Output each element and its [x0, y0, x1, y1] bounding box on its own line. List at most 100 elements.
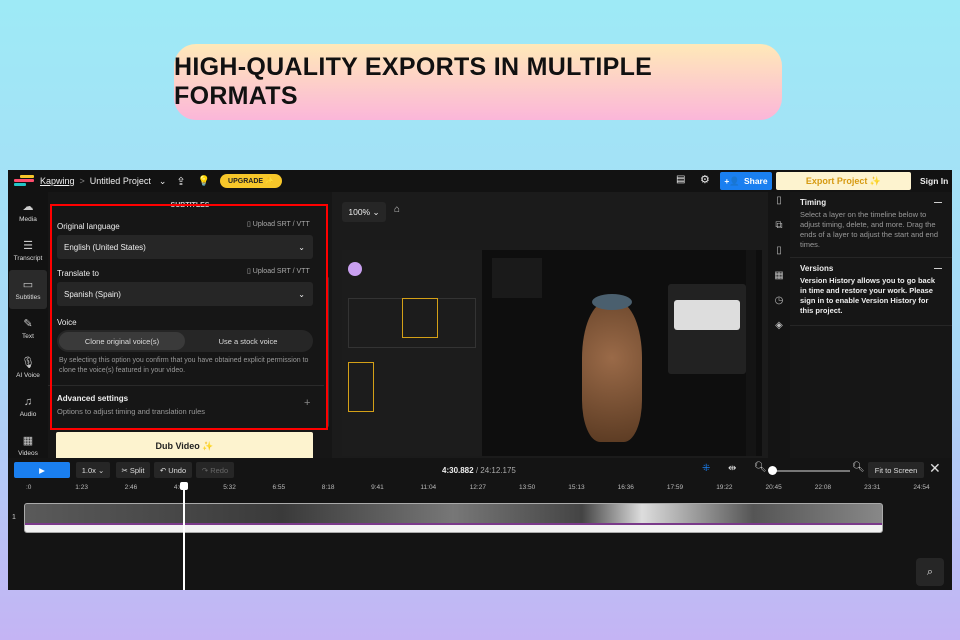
- highlight-box: [50, 204, 328, 430]
- brand-link[interactable]: Kapwing: [40, 176, 75, 186]
- speed-select[interactable]: 1.0x ⌄: [76, 462, 110, 478]
- timeline: ▶ 1.0x ⌄ ✂ Split ↶ Undo ↷ Redo 4:30.882 …: [8, 458, 952, 590]
- music-icon: ♫: [23, 395, 33, 408]
- fit-width-icon[interactable]: ⇹: [728, 463, 736, 474]
- zoom-slider-handle[interactable]: [768, 466, 777, 475]
- squirrel-model: [582, 302, 642, 442]
- dub-video-button[interactable]: Dub Video ✨: [56, 432, 313, 460]
- rail-label: Transcript: [13, 255, 43, 262]
- text-icon: ✎: [23, 318, 33, 330]
- preview-thumb: [348, 362, 374, 412]
- collapse-icon[interactable]: —: [934, 198, 942, 207]
- playhead-handle[interactable]: [180, 482, 188, 490]
- playhead[interactable]: [180, 482, 188, 590]
- timing-title: Timing: [800, 198, 827, 207]
- layers-icon[interactable]: ◈: [768, 320, 790, 342]
- ruler-tick: 2:46: [124, 484, 138, 491]
- zoom-select[interactable]: 100% ⌄: [342, 202, 386, 222]
- zoom-out-icon[interactable]: 🔍︎: [754, 462, 767, 473]
- ruler-tick: 6:55: [272, 484, 286, 491]
- versions-title: Versions: [800, 264, 834, 273]
- environment-settings-panel: [668, 284, 746, 374]
- undo-button[interactable]: ↶ Undo: [154, 462, 192, 478]
- preview-avatar: [348, 262, 362, 276]
- lock-ratio-icon[interactable]: ⌂: [394, 204, 400, 215]
- rail-item-ai-voice[interactable]: 🎙 AI Voice: [8, 348, 48, 387]
- collapse-icon[interactable]: —: [934, 264, 942, 273]
- video-preview[interactable]: [342, 250, 762, 456]
- ruler-tick: 5:32: [223, 484, 236, 491]
- zoom-value: 100%: [348, 207, 371, 217]
- fit-to-screen-button[interactable]: Fit to Screen: [868, 462, 924, 478]
- ruler-tick: 20:45: [765, 484, 782, 491]
- upload-icon[interactable]: ⇪: [176, 175, 185, 188]
- rail-item-transcript[interactable]: ☰ Transcript: [8, 231, 48, 270]
- rail-label: Videos: [18, 450, 38, 457]
- speed-value: 1.0x: [81, 465, 96, 475]
- sign-in-link[interactable]: Sign In: [920, 176, 948, 186]
- ruler-tick: 19:22: [716, 484, 733, 491]
- hdri-preview: [674, 300, 740, 330]
- rail-item-text[interactable]: ✎ Text: [8, 309, 48, 348]
- redo-button[interactable]: ↷ Redo: [196, 462, 234, 478]
- play-button[interactable]: ▶: [14, 462, 70, 478]
- layers-copy-icon[interactable]: ⧉: [768, 220, 790, 242]
- ruler-tick: 1:23: [75, 484, 88, 491]
- share-label: Share: [743, 176, 768, 186]
- preview-left-pane: [342, 250, 482, 456]
- kapwing-editor: Kapwing > Untitled Project ⌄ ⇪ 💡 UPGRADE…: [8, 170, 952, 590]
- current-time: 4:30.882: [442, 466, 474, 475]
- ruler-tick: 12:27: [469, 484, 486, 491]
- document-icon[interactable]: ▯: [768, 195, 790, 217]
- rail-item-media[interactable]: ☁ Media: [8, 192, 48, 231]
- left-rail: ☁ Media ☰ Transcript ▭ Subtitles ✎ Text 🎙 AI …: [8, 192, 48, 460]
- ruler-tick: 11:04: [420, 484, 437, 491]
- timer-icon[interactable]: ◷: [768, 295, 790, 317]
- ruler-tick: 23:31: [864, 484, 881, 491]
- film-icon: ▦: [22, 435, 34, 447]
- search-icon[interactable]: ⌕: [916, 558, 944, 586]
- rail-item-subtitles[interactable]: ▭ Subtitles: [9, 270, 47, 309]
- track-number: 1: [12, 514, 16, 521]
- banner-title: HIGH-QUALITY EXPORTS IN MULTIPLE FORMATS: [174, 44, 782, 120]
- phone-icon[interactable]: ▯: [768, 245, 790, 267]
- share-button[interactable]: +👤 Share: [720, 172, 772, 190]
- ruler-tick: 16:36: [617, 484, 634, 491]
- timeline-ruler[interactable]: :01:232:464:095:326:558:189:4111:0412:27…: [24, 482, 952, 494]
- preview-selected-thumb: [402, 298, 438, 338]
- chevron-down-icon[interactable]: ⌄: [159, 176, 167, 187]
- right-icon-rail: ▯ ⧉ ▯ ▦ ◷ ◈: [768, 192, 790, 460]
- comment-icon[interactable]: ▤: [676, 174, 685, 185]
- subtitles-icon: ▭: [22, 279, 34, 291]
- gear-icon[interactable]: ⚙: [700, 173, 710, 186]
- media-icon: ☁: [22, 201, 34, 213]
- versions-section: Versions — Version History allows you to …: [790, 258, 952, 326]
- squirrel-cap: [592, 294, 632, 310]
- project-title[interactable]: Untitled Project: [90, 176, 151, 186]
- ruler-tick: 9:41: [371, 484, 384, 491]
- zoom-in-icon[interactable]: 🔍︎: [852, 462, 865, 473]
- zoom-slider[interactable]: [768, 466, 850, 475]
- snap-icon[interactable]: ⁜: [702, 463, 710, 474]
- total-time: / 24:12.175: [475, 466, 516, 475]
- kapwing-logo-icon: [14, 175, 34, 187]
- rail-label: Subtitles: [15, 294, 41, 301]
- ruler-tick: 8:18: [321, 484, 335, 491]
- right-panel: Timing — Select a layer on the timeline b…: [790, 192, 952, 460]
- audio-waveform: [25, 523, 882, 532]
- split-button[interactable]: ✂ Split: [116, 462, 150, 478]
- upgrade-button[interactable]: UPGRADE ✨: [220, 174, 282, 188]
- close-icon[interactable]: ✕: [929, 460, 941, 477]
- lightbulb-icon[interactable]: 💡: [198, 176, 210, 187]
- grid-icon[interactable]: ▦: [768, 270, 790, 292]
- microphone-icon: 🎙: [21, 357, 35, 369]
- ruler-tick: 13:50: [519, 484, 536, 491]
- export-project-button[interactable]: Export Project ✨: [776, 172, 911, 190]
- timing-section: Timing — Select a layer on the timeline b…: [790, 192, 952, 258]
- top-bar: Kapwing > Untitled Project ⌄ ⇪ 💡 UPGRADE…: [8, 170, 952, 192]
- video-clip[interactable]: [24, 503, 883, 533]
- rail-item-audio[interactable]: ♫ Audio: [8, 387, 48, 426]
- breadcrumb-separator: >: [79, 176, 85, 186]
- rail-label: Text: [22, 333, 34, 340]
- time-display: 4:30.882 / 24:12.175: [442, 466, 516, 475]
